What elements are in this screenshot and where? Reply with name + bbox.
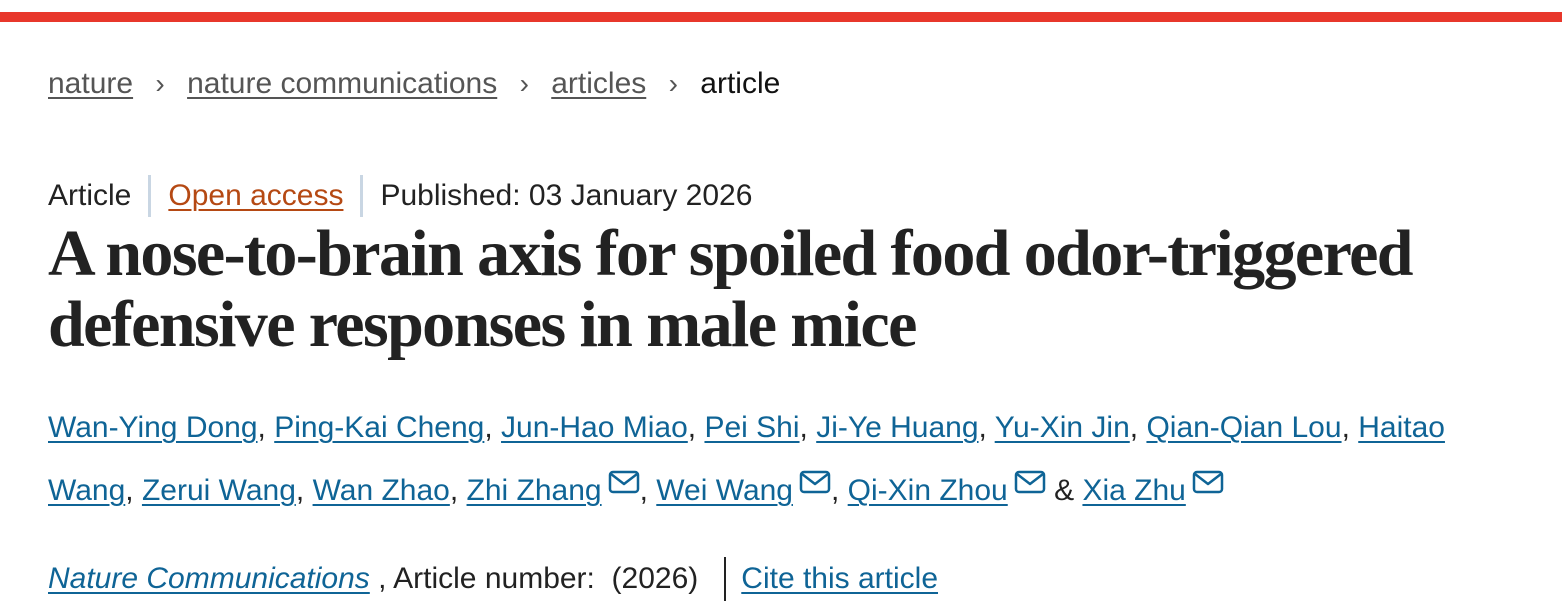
- author-separator: ,: [978, 411, 995, 444]
- breadcrumb-articles[interactable]: articles: [551, 67, 646, 101]
- open-access-link[interactable]: Open access: [168, 179, 343, 213]
- author-link[interactable]: Qian-Qian Lou: [1146, 411, 1341, 444]
- author-link[interactable]: Pei Shi: [704, 411, 799, 444]
- breadcrumb: nature › nature communications › article…: [48, 64, 780, 104]
- envelope-icon[interactable]: [799, 470, 831, 494]
- author-link[interactable]: Xia Zhu: [1082, 474, 1185, 507]
- article-type: Article: [48, 179, 132, 212]
- journal-link[interactable]: Nature Communications: [48, 562, 370, 596]
- breadcrumb-nature-communications[interactable]: nature communications: [187, 67, 497, 101]
- author-separator: ,: [257, 411, 275, 444]
- author-separator: ,: [799, 411, 817, 444]
- published-date: Published: 03 January 2026: [380, 179, 753, 212]
- author-link[interactable]: Ping-Kai Cheng: [274, 411, 484, 444]
- author-separator: ,: [831, 474, 848, 507]
- author-link[interactable]: Wan Zhao: [313, 474, 450, 507]
- article-number: , Article number: (2026): [369, 562, 699, 595]
- author-separator: ,: [125, 474, 142, 507]
- author-link[interactable]: Yu-Xin Jin: [995, 411, 1130, 444]
- journal-line: Nature Communications , Article number: …: [48, 556, 938, 602]
- meta-divider: [360, 175, 364, 217]
- author-link[interactable]: Jun-Hao Miao: [501, 411, 688, 444]
- author-separator: ,: [484, 411, 502, 444]
- breadcrumb-nature[interactable]: nature: [48, 67, 133, 101]
- journal-divider: [724, 557, 727, 601]
- envelope-icon[interactable]: [1192, 470, 1224, 494]
- author-separator: ,: [1341, 411, 1359, 444]
- article-meta: Article Open access Published: 03 Januar…: [48, 174, 752, 218]
- author-list: Wan-Ying Dong, Ping-Kai Cheng, Jun-Hao M…: [48, 396, 1528, 522]
- author-separator: &: [1045, 474, 1083, 507]
- author-separator: ,: [1129, 411, 1147, 444]
- breadcrumb-current: article: [700, 67, 781, 100]
- envelope-icon[interactable]: [1014, 470, 1046, 494]
- chevron-right-icon: ›: [668, 68, 678, 99]
- meta-divider: [148, 175, 152, 217]
- author-link[interactable]: Ji-Ye Huang: [816, 411, 978, 444]
- envelope-icon[interactable]: [608, 470, 640, 494]
- author-separator: ,: [639, 474, 657, 507]
- author-link[interactable]: Zhi Zhang: [467, 474, 602, 507]
- author-separator: ,: [295, 474, 313, 507]
- chevron-right-icon: ›: [519, 68, 529, 99]
- author-link[interactable]: Qi-Xin Zhou: [848, 474, 1008, 507]
- author-separator: ,: [449, 474, 467, 507]
- brand-top-bar: [0, 12, 1562, 22]
- author-link[interactable]: Wan-Ying Dong: [48, 411, 258, 444]
- author-link[interactable]: Wei Wang: [656, 474, 793, 507]
- cite-this-article-link[interactable]: Cite this article: [741, 562, 938, 596]
- author-separator: ,: [687, 411, 705, 444]
- author-link[interactable]: Zerui Wang: [142, 474, 296, 507]
- chevron-right-icon: ›: [155, 68, 165, 99]
- article-title: A nose-to-brain axis for spoiled food od…: [48, 217, 1413, 361]
